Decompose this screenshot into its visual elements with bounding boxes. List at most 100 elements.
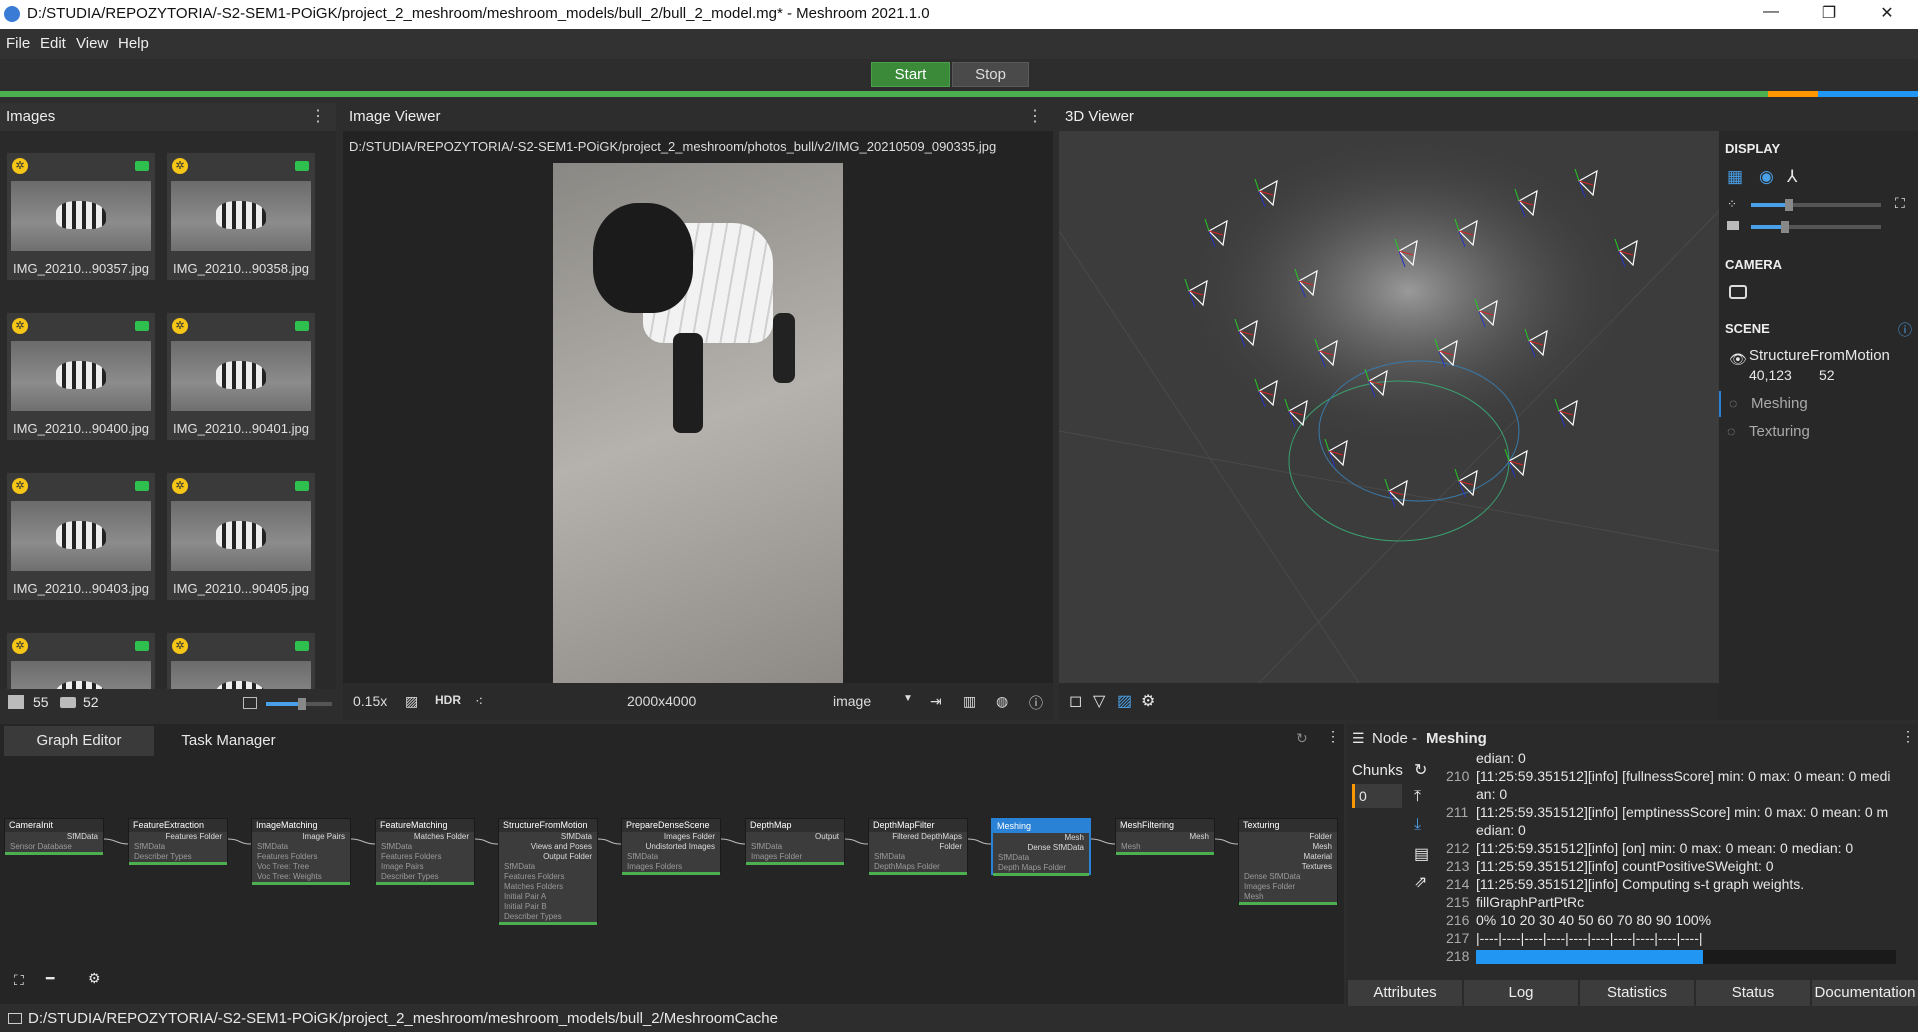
node-output-port[interactable]: Textures xyxy=(1239,862,1337,872)
globe-icon[interactable]: ◍ xyxy=(996,693,1008,710)
scroll-bottom-icon[interactable]: ⤓ xyxy=(1414,816,1421,834)
shading-icon[interactable]: ▽ xyxy=(1093,691,1105,711)
node-output-port[interactable]: SfMData xyxy=(5,832,103,842)
image-thumbnail[interactable]: ✲ xyxy=(167,633,315,689)
graph-node[interactable]: StructureFromMotion SfMData Views and Pose… xyxy=(498,818,598,925)
node-input-port[interactable]: Features Folders xyxy=(376,852,474,862)
image-mode-select[interactable]: image xyxy=(833,693,871,709)
chevron-down-icon[interactable]: ▼ xyxy=(903,693,913,704)
graph-node[interactable]: CameraInit SfMData Sensor Database xyxy=(4,818,104,855)
menu-help[interactable]: Help xyxy=(118,35,149,52)
fit-icon[interactable]: ⛶ xyxy=(1895,195,1905,212)
node-input-port[interactable]: SfMData xyxy=(869,852,967,862)
camera-scale-slider[interactable] xyxy=(1751,221,1881,233)
node-input-port[interactable]: Voc Tree: Tree xyxy=(252,862,350,872)
more-options-icon[interactable]: ⋮ xyxy=(310,103,326,131)
axis-icon[interactable]: ⅄ xyxy=(1787,167,1797,187)
minimize-button[interactable]: — xyxy=(1748,3,1794,26)
start-button[interactable]: Start xyxy=(871,62,950,87)
node-input-port[interactable]: Features Folders xyxy=(252,852,350,862)
scene-item-meshing[interactable]: ◌ Meshing xyxy=(1719,391,1918,417)
chunk-item[interactable]: 0 xyxy=(1352,784,1402,808)
node-output-port[interactable]: Mesh xyxy=(1116,832,1214,842)
refresh-icon[interactable]: ↻ xyxy=(1414,760,1427,780)
graph-node[interactable]: MeshFiltering Mesh Mesh xyxy=(1115,818,1215,855)
menu-view[interactable]: View xyxy=(76,35,108,52)
scroll-top-icon[interactable]: ⤒ xyxy=(1414,788,1421,806)
node-output-port[interactable]: Matches Folder xyxy=(376,832,474,842)
node-output-port[interactable]: Material xyxy=(1239,852,1337,862)
node-input-port[interactable]: Images Folder xyxy=(746,852,844,862)
grid-toggle-icon[interactable]: ▦ xyxy=(1727,167,1743,187)
node-tab[interactable]: Status xyxy=(1696,980,1810,1006)
hidden-eye-icon[interactable]: ◌ xyxy=(1727,423,1735,439)
settings-icon[interactable]: ⚙ xyxy=(1141,691,1155,711)
node-tab[interactable]: Statistics xyxy=(1580,980,1694,1006)
histogram-icon[interactable]: ▥ xyxy=(963,693,976,710)
node-input-port[interactable]: Sensor Database xyxy=(5,842,103,852)
point-size-slider[interactable] xyxy=(1751,199,1881,211)
node-input-port[interactable]: Image Pairs xyxy=(376,862,474,872)
close-button[interactable]: ✕ xyxy=(1864,3,1910,26)
node-input-port[interactable]: Images Folders xyxy=(622,862,720,872)
node-tab[interactable]: Attributes xyxy=(1348,980,1462,1006)
node-input-port[interactable]: Mesh xyxy=(1239,892,1337,902)
node-output-port[interactable]: SfMData xyxy=(499,832,597,842)
node-input-port[interactable]: SfMData xyxy=(252,842,350,852)
bounding-box-icon[interactable]: ◻ xyxy=(1069,691,1082,711)
graph-node[interactable]: FeatureExtraction Features Folder SfMData D… xyxy=(128,818,228,865)
node-output-port[interactable]: Undistorted Images xyxy=(622,842,720,852)
graph-node[interactable]: PrepareDenseScene Images Folder Undistorte… xyxy=(621,818,721,875)
info-icon[interactable]: ⓘ xyxy=(1898,320,1912,340)
image-thumbnail[interactable]: ✲ IMG_20210...90357.jpg xyxy=(7,153,155,280)
more-options-icon[interactable]: ⋮ xyxy=(1027,103,1043,131)
image-thumbnail[interactable]: ✲ IMG_20210...90401.jpg xyxy=(167,313,315,440)
node-input-port[interactable]: Initial Pair A xyxy=(499,892,597,902)
info-icon[interactable]: ⓘ xyxy=(1029,693,1043,713)
node-input-port[interactable]: SfMData xyxy=(129,842,227,852)
node-input-port[interactable]: SfMData xyxy=(993,853,1089,863)
menu-file[interactable]: File xyxy=(6,35,30,52)
eye-icon[interactable]: 👁 xyxy=(1729,351,1747,368)
features-icon[interactable]: ⁖ xyxy=(475,693,483,710)
graph-node[interactable]: ImageMatching Image Pairs SfMData Features … xyxy=(251,818,351,885)
grid-icon[interactable]: ▨ xyxy=(1117,691,1132,711)
node-tab[interactable]: Log xyxy=(1464,980,1578,1006)
menu-edit[interactable]: Edit xyxy=(40,35,66,52)
node-output-port[interactable]: Output Folder xyxy=(499,852,597,862)
graph-node[interactable]: DepthMap Output SfMData Images Folder xyxy=(745,818,845,865)
node-output-port[interactable]: Folder xyxy=(1239,832,1337,842)
node-input-port[interactable]: Describer Types xyxy=(376,872,474,882)
node-input-port[interactable]: SfMData xyxy=(622,852,720,862)
open-external-icon[interactable]: ⇗ xyxy=(1414,872,1427,892)
scene-item-texturing[interactable]: ◌ Texturing xyxy=(1719,419,1918,445)
stop-button[interactable]: Stop xyxy=(952,62,1029,87)
node-output-port[interactable]: Image Pairs xyxy=(252,832,350,842)
node-output-port[interactable]: Mesh xyxy=(1239,842,1337,852)
image-thumbnail[interactable]: ✲ IMG_20210...90400.jpg xyxy=(7,313,155,440)
node-output-port[interactable]: Mesh xyxy=(993,833,1089,843)
image-thumbnail[interactable]: ✲ IMG_20210...90405.jpg xyxy=(167,473,315,600)
graph-node[interactable]: DepthMapFilter Filtered DepthMaps Folder S… xyxy=(868,818,968,875)
hidden-eye-icon[interactable]: ◌ xyxy=(1729,395,1737,411)
panorama-icon[interactable]: ⇥ xyxy=(930,693,942,710)
thumbnail-size-slider[interactable] xyxy=(266,698,332,710)
node-input-port[interactable]: Describer Types xyxy=(129,852,227,862)
viewed-image[interactable] xyxy=(553,163,843,683)
node-output-port[interactable]: Output xyxy=(746,832,844,842)
settings-icon[interactable]: ⚙ xyxy=(88,970,101,987)
node-input-port[interactable]: SfMData xyxy=(376,842,474,852)
node-input-port[interactable]: Matches Folders xyxy=(499,882,597,892)
restore-button[interactable]: ❐ xyxy=(1806,3,1852,26)
node-tab[interactable]: Documentation xyxy=(1812,980,1918,1006)
node-input-port[interactable]: Mesh xyxy=(1116,842,1214,852)
graph-node[interactable]: Meshing Mesh Dense SfMData SfMData Depth Map… xyxy=(991,818,1091,876)
fit-view-icon[interactable]: ⛶ xyxy=(14,972,24,989)
node-input-port[interactable]: SfMData xyxy=(746,842,844,852)
node-input-port[interactable]: SfMData xyxy=(499,862,597,872)
3d-scene-canvas[interactable] xyxy=(1059,131,1719,683)
node-output-port[interactable]: Filtered DepthMaps Folder xyxy=(869,832,967,852)
node-input-port[interactable]: Voc Tree: Weights xyxy=(252,872,350,882)
scene-item-sfm[interactable]: 👁 StructureFromMotion 40,123 52 xyxy=(1719,343,1918,391)
node-input-port[interactable]: Depth Maps Folder xyxy=(993,863,1089,873)
